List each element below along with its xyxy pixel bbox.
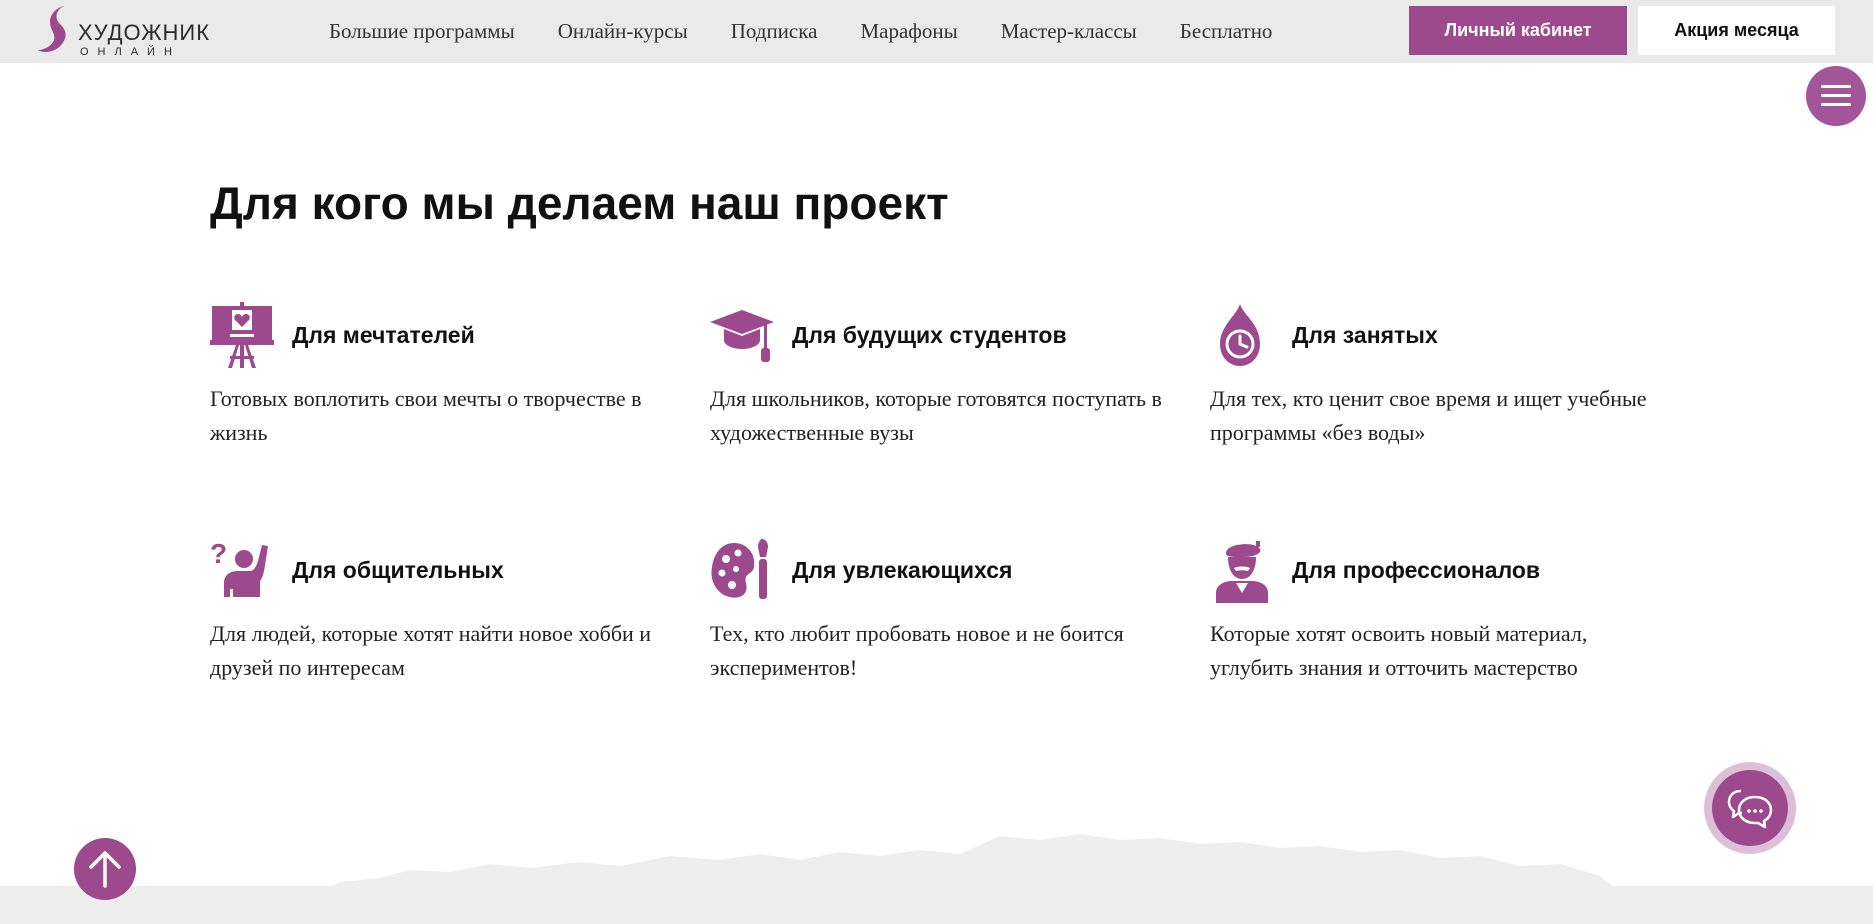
nav-item-big-programs[interactable]: Большие программы <box>329 19 515 44</box>
nav-item-free[interactable]: Бесплатно <box>1180 19 1273 44</box>
card-text: Для школьников, которые готовятся поступ… <box>710 386 1162 445</box>
chat-button[interactable] <box>1704 762 1796 854</box>
palette-brush-icon <box>711 539 768 599</box>
card-title: Для общительных <box>292 557 504 583</box>
nav-item-online-courses[interactable]: Онлайн-курсы <box>558 19 688 44</box>
month-promo-button[interactable]: Акция месяца <box>1638 6 1835 55</box>
card-title: Для увлекающихся <box>792 557 1013 583</box>
nav-item-subscription[interactable]: Подписка <box>731 19 818 44</box>
chat-button-inner <box>1712 770 1788 846</box>
logo[interactable]: ХУДОЖНИК ОНЛАЙН <box>34 4 224 58</box>
main-nav: Большие программы Онлайн-курсы Подписка … <box>329 0 1315 63</box>
section-title: Для кого мы делаем наш проект <box>210 177 949 229</box>
personal-account-button[interactable]: Личный кабинет <box>1409 6 1627 55</box>
card-title: Для профессионалов <box>1292 557 1541 583</box>
audience-card-future-students: Для будущих студентов Для школьников, ко… <box>710 302 1170 462</box>
logo-mark-icon <box>38 6 66 52</box>
card-title: Для мечтателей <box>292 322 475 348</box>
card-title: Для будущих студентов <box>792 322 1067 348</box>
card-text: Тех, кто любит пробовать новое и не боит… <box>710 621 1124 680</box>
svg-text:?: ? <box>210 538 227 569</box>
drop-clock-icon <box>1220 304 1260 366</box>
card-text: Для людей, которые хотят найти новое хоб… <box>210 621 652 680</box>
artist-beret-icon <box>1216 541 1268 603</box>
nav-item-master-classes[interactable]: Мастер-классы <box>1001 19 1137 44</box>
nav-item-marathons[interactable]: Марафоны <box>860 19 957 44</box>
card-text: Готовых воплотить свои мечты о творчеств… <box>210 386 642 445</box>
arrow-up-icon <box>89 851 121 888</box>
footer-band <box>0 886 1873 924</box>
hamburger-icon <box>1821 85 1851 106</box>
world-map-silhouette <box>320 834 1620 892</box>
audience-card-sociable: ? Для общительных Для людей, которые хот… <box>210 537 670 697</box>
easel-heart-icon <box>210 302 274 368</box>
card-text: Которые хотят освоить новый материал, уг… <box>1210 621 1588 680</box>
scroll-to-top-button[interactable] <box>74 838 136 900</box>
audience-card-professionals: Для профессионалов Которые хотят освоить… <box>1210 537 1670 697</box>
card-title: Для занятых <box>1292 322 1438 348</box>
audience-card-busy: Для занятых Для тех, кто ценит свое врем… <box>1210 302 1670 462</box>
menu-button[interactable] <box>1806 66 1866 126</box>
card-text: Для тех, кто ценит свое время и ищет уче… <box>1210 386 1647 445</box>
graduation-cap-icon <box>710 310 774 362</box>
audience-card-enthusiasts: Для увлекающихся Тех, кто любит пробоват… <box>710 537 1170 697</box>
audience-card-dreamers: Для мечтателей Готовых воплотить свои ме… <box>210 302 670 462</box>
site-header: ХУДОЖНИК ОНЛАЙН Большие программы Онлайн… <box>0 0 1873 63</box>
logo-subtitle: ОНЛАЙН <box>80 46 181 58</box>
logo-name: ХУДОЖНИК <box>78 20 211 45</box>
chat-bubbles-icon <box>1727 789 1773 829</box>
person-question-icon: ? <box>210 538 268 599</box>
